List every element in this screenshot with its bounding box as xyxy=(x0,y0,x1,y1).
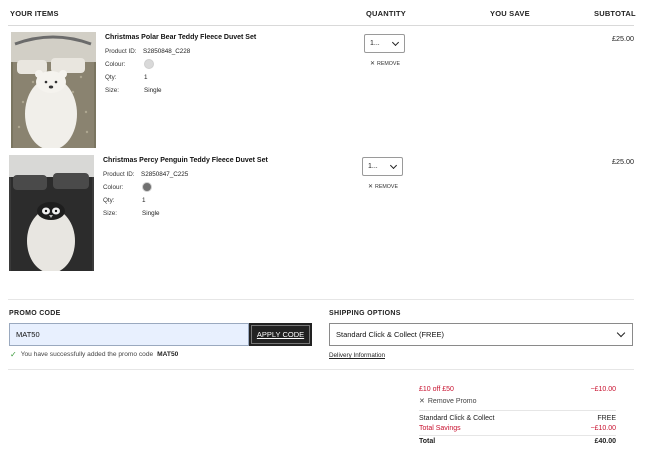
colour-swatch xyxy=(142,182,152,192)
qty-value: 1 xyxy=(142,197,146,204)
apply-code-button[interactable]: APPLY CODE xyxy=(249,323,312,346)
subtotal-header: SUBTOTAL xyxy=(594,9,636,18)
you-save-header: YOU SAVE xyxy=(490,9,530,18)
shipping-select-value: Standard Click & Collect (FREE) xyxy=(336,330,444,339)
delivery-information-link[interactable]: Delivery Information xyxy=(329,352,385,359)
item-price: £25.00 xyxy=(612,34,634,43)
total-label: Total xyxy=(419,438,436,445)
product-id-value: S2850847_C225 xyxy=(141,171,189,178)
quantity-header: QUANTITY xyxy=(366,9,406,18)
section-divider xyxy=(8,369,634,370)
remove-promo-button[interactable]: ✕ Remove Promo xyxy=(419,397,477,406)
promo-success-message: ✓ You have successfully added the promo … xyxy=(10,350,178,359)
size-label: Size: xyxy=(105,87,119,94)
shipping-line-label: Standard Click & Collect xyxy=(419,415,495,422)
check-icon: ✓ xyxy=(10,350,17,359)
header-divider xyxy=(8,25,634,26)
promo-success-text: You have successfully added the promo co… xyxy=(20,351,154,358)
quantity-select[interactable]: 1... xyxy=(364,34,405,53)
item-name[interactable]: Christmas Percy Penguin Teddy Fleece Duv… xyxy=(103,157,268,164)
shipping-line-value: FREE xyxy=(597,415,616,422)
close-icon: ✕ xyxy=(370,61,376,67)
size-value: Single xyxy=(142,210,160,217)
chevron-down-icon xyxy=(391,38,400,46)
product-id-label: Product ID: xyxy=(105,48,137,55)
item-price: £25.00 xyxy=(612,157,634,166)
section-divider xyxy=(8,299,634,300)
shipping-options-title: SHIPPING OPTIONS xyxy=(329,310,401,317)
promo-discount-label: £10 off £50 xyxy=(419,386,454,393)
colour-label: Colour: xyxy=(103,184,124,191)
totals-divider xyxy=(419,435,616,436)
your-items-header: YOUR ITEMS xyxy=(10,9,59,18)
size-value: Single xyxy=(144,87,162,94)
quantity-select[interactable]: 1... xyxy=(362,157,403,176)
item-name[interactable]: Christmas Polar Bear Teddy Fleece Duvet … xyxy=(105,34,256,41)
promo-code-title: PROMO CODE xyxy=(9,310,61,317)
qty-value: 1 xyxy=(144,74,148,81)
quantity-select-value: 1... xyxy=(370,40,380,47)
product-image-polar-bear[interactable] xyxy=(11,32,96,148)
promo-code-input[interactable]: MAT50 xyxy=(9,323,249,346)
remove-item-button[interactable]: ✕ REMOVE xyxy=(368,183,398,191)
qty-label: Qty: xyxy=(105,74,117,81)
totals-divider xyxy=(419,410,616,411)
total-value: £40.00 xyxy=(594,438,616,445)
product-id-value: S2850848_C228 xyxy=(143,48,191,55)
colour-label: Colour: xyxy=(105,61,126,68)
close-icon: ✕ xyxy=(419,398,425,405)
promo-discount-value: −£10.00 xyxy=(590,386,617,393)
promo-success-code: MAT50 xyxy=(157,351,179,358)
product-image-penguin[interactable] xyxy=(9,155,94,271)
product-id-label: Product ID: xyxy=(103,171,135,178)
chevron-down-icon xyxy=(616,328,626,337)
remove-label: REMOVE xyxy=(375,183,398,190)
shipping-select[interactable]: Standard Click & Collect (FREE) xyxy=(329,323,633,346)
quantity-select-value: 1... xyxy=(368,163,378,170)
total-savings-value: −£10.00 xyxy=(590,425,617,432)
remove-item-button[interactable]: ✕ REMOVE xyxy=(370,60,400,68)
close-icon: ✕ xyxy=(368,184,374,190)
qty-label: Qty: xyxy=(103,197,115,204)
size-label: Size: xyxy=(103,210,117,217)
remove-promo-label: Remove Promo xyxy=(427,397,477,405)
remove-label: REMOVE xyxy=(377,60,400,67)
total-savings-label: Total Savings xyxy=(419,425,461,432)
chevron-down-icon xyxy=(389,161,398,169)
colour-swatch xyxy=(144,59,154,69)
